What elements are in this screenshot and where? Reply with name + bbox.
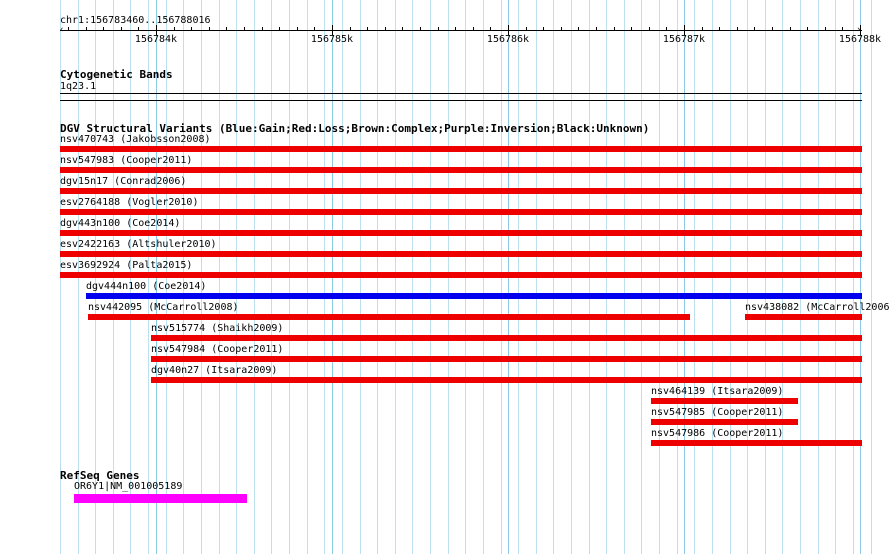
ruler-axis — [60, 30, 862, 31]
ruler-right-arrow-icon: › — [856, 25, 862, 35]
grid-line — [871, 0, 872, 554]
dgv-feature-label[interactable]: nsv547986 (Cooper2011) — [651, 428, 783, 440]
cytoband-track-title: Cytogenetic Bands — [60, 68, 173, 81]
tick-label: 156784k — [134, 34, 178, 45]
dgv-feature-bar[interactable] — [651, 440, 862, 446]
dgv-feature-bar[interactable] — [60, 251, 862, 257]
dgv-feature-label[interactable]: nsv515774 (Shaikh2009) — [151, 323, 283, 335]
dgv-feature-bar[interactable] — [745, 314, 862, 320]
location-label: chr1:156783460..156788016 — [60, 15, 211, 26]
dgv-feature-label[interactable]: nsv442095 (McCarroll2008) — [88, 302, 239, 314]
coordinate-ruler[interactable]: chr1:156783460..156788016 ‹ › 156784k 156… — [0, 0, 890, 60]
gene-bar[interactable] — [74, 494, 247, 503]
tick-label: 156785k — [310, 34, 354, 45]
dgv-feature-label[interactable]: dgv15n17 (Conrad2006) — [60, 176, 186, 188]
dgv-feature-bar[interactable] — [60, 146, 862, 152]
dgv-feature-label[interactable]: esv2422163 (Altshuler2010) — [60, 239, 217, 251]
dgv-feature-label[interactable]: nsv547983 (Cooper2011) — [60, 155, 192, 167]
dgv-feature-label[interactable]: nsv470743 (Jakobsson2008) — [60, 134, 211, 146]
dgv-feature-label[interactable]: esv3692924 (Palta2015) — [60, 260, 192, 272]
ruler-left-arrow-icon: ‹ — [59, 25, 65, 35]
dgv-feature-bar[interactable] — [60, 272, 862, 278]
dgv-feature-label[interactable]: dgv443n100 (Coe2014) — [60, 218, 180, 230]
dgv-feature-label[interactable]: nsv547984 (Cooper2011) — [151, 344, 283, 356]
dgv-feature-bar[interactable] — [151, 335, 862, 341]
dgv-feature-bar[interactable] — [60, 167, 862, 173]
dgv-feature-label[interactable]: esv2764188 (Vogler2010) — [60, 197, 198, 209]
dgv-feature-bar[interactable] — [151, 356, 862, 362]
dgv-feature-label[interactable]: dgv444n100 (Coe2014) — [86, 281, 206, 293]
dgv-feature-bar[interactable] — [88, 314, 690, 320]
dgv-feature-bar[interactable] — [651, 398, 798, 404]
dgv-feature-bar[interactable] — [60, 188, 862, 194]
cytoband-line-top — [60, 93, 862, 94]
dgv-feature-bar[interactable] — [651, 419, 798, 425]
dgv-feature-bar[interactable] — [60, 230, 862, 236]
dgv-feature-label[interactable]: dgv40n27 (Itsara2009) — [151, 365, 277, 377]
tick-label: 156786k — [486, 34, 530, 45]
gene-label[interactable]: OR6Y1|NM_001005189 — [74, 481, 182, 493]
tick-label: 156787k — [662, 34, 706, 45]
dgv-feature-label[interactable]: nsv547985 (Cooper2011) — [651, 407, 783, 419]
dgv-feature-bar[interactable] — [86, 293, 862, 299]
cytoband-label[interactable]: 1q23.1 — [60, 81, 96, 93]
dgv-feature-bar[interactable] — [151, 377, 862, 383]
dgv-feature-label[interactable]: nsv438082 (McCarroll2006 — [745, 302, 890, 314]
cytoband-line-bottom — [60, 100, 862, 101]
dgv-feature-label[interactable]: nsv464139 (Itsara2009) — [651, 386, 783, 398]
dgv-feature-bar[interactable] — [60, 209, 862, 215]
